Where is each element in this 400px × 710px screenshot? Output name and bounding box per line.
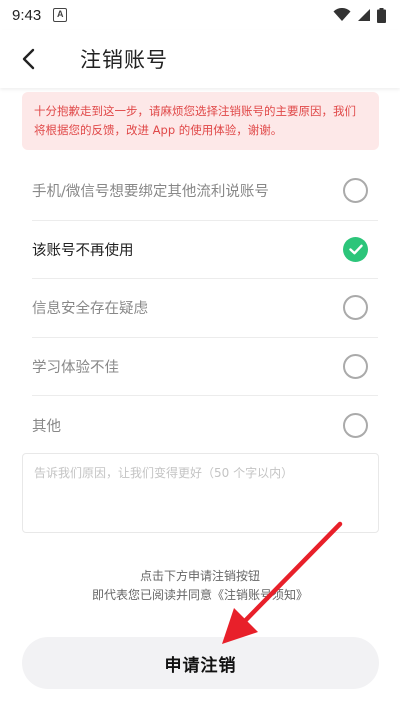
status-icons xyxy=(333,7,386,23)
radio-button-checked[interactable] xyxy=(343,236,368,262)
reason-label: 其他 xyxy=(32,418,61,435)
reason-list: 手机/微信号想要绑定其他流利说账号 该账号不再使用 信息安全存在疑虑 学习体验不… xyxy=(32,162,378,455)
page-title: 注销账号 xyxy=(80,48,168,72)
notification-icon: A xyxy=(53,8,68,22)
back-button[interactable] xyxy=(0,30,56,88)
reason-item-security[interactable]: 信息安全存在疑虑 xyxy=(32,279,378,338)
battery-icon xyxy=(377,7,386,23)
reason-item-other[interactable]: 其他 xyxy=(32,396,378,455)
radio-button[interactable] xyxy=(343,353,368,379)
status-time: 9:43 xyxy=(12,6,42,24)
app-header: 注销账号 xyxy=(0,30,400,88)
notice-banner: 十分抱歉走到这一步，请麻烦您选择注销账号的主要原因，我们将根据您的反馈，改进 A… xyxy=(22,92,379,150)
agreement-line-1: 点击下方申请注销按钮 xyxy=(139,569,260,583)
radio-button[interactable] xyxy=(343,412,368,438)
radio-button[interactable] xyxy=(343,295,368,321)
reason-item-rebind[interactable]: 手机/微信号想要绑定其他流利说账号 xyxy=(32,162,378,221)
check-icon xyxy=(348,244,363,255)
reason-label: 手机/微信号想要绑定其他流利说账号 xyxy=(32,184,269,201)
reason-item-no-longer-used[interactable]: 该账号不再使用 xyxy=(32,221,378,279)
apply-cancel-account-button[interactable]: 申请注销 xyxy=(22,637,379,689)
agreement-note: 点击下方申请注销按钮 即代表您已阅读并同意《注销账号须知》 xyxy=(0,567,400,605)
reason-label: 信息安全存在疑虑 xyxy=(32,301,148,318)
reason-item-experience[interactable]: 学习体验不佳 xyxy=(32,338,378,396)
status-bar: 9:43 A xyxy=(0,0,400,30)
signal-icon xyxy=(358,9,370,21)
radio-button[interactable] xyxy=(343,178,368,204)
back-arrow-icon xyxy=(22,48,35,70)
feedback-input[interactable]: 告诉我们原因，让我们变得更好（50 个字以内） xyxy=(22,453,379,533)
wifi-icon xyxy=(333,8,351,21)
reason-label: 该账号不再使用 xyxy=(32,242,134,259)
reason-label: 学习体验不佳 xyxy=(32,359,119,376)
agreement-line-2[interactable]: 即代表您已阅读并同意《注销账号须知》 xyxy=(0,586,400,605)
